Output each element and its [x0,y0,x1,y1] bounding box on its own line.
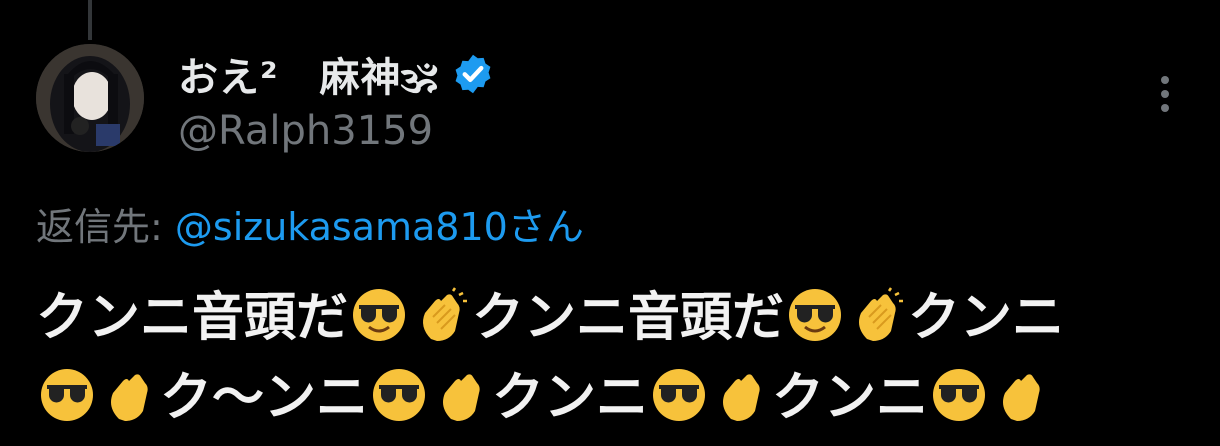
reply-mention-link[interactable]: @sizukasama810さん [175,205,584,249]
tweet-text: クンニ音頭だ クンニ音頭だ クンニ ク〜ンニ クンニ クンニ [36,278,1216,438]
text-segment: クンニ [772,368,929,428]
avatar[interactable] [36,44,144,152]
text-segment: クンニ [908,288,1065,348]
clapping-hands-emoji [433,366,489,422]
text-segment: ク〜ンニ [160,368,369,428]
avatar-image [36,44,144,152]
sunglasses-emoji [931,366,987,422]
clapping-hands-emoji [993,366,1049,422]
more-vertical-icon[interactable] [1150,70,1180,120]
sunglasses-emoji [787,286,843,342]
reply-prefix: 返信先: [36,205,175,249]
sunglasses-emoji [351,286,407,342]
clapping-hands-emoji [713,366,769,422]
handle[interactable]: @Ralph3159 [178,108,433,154]
text-segment: クンニ音頭だ [472,288,785,348]
text-segment: クンニ音頭だ [36,288,349,348]
clapping-hands-emoji [413,286,469,342]
tweet-text-line-1: クンニ音頭だ クンニ音頭だ クンニ [36,278,1216,358]
verified-badge-icon [455,54,490,94]
tweet-header: おえ² 麻神🕉 [178,45,495,103]
sunglasses-emoji [39,366,95,422]
tweet-text-line-2: ク〜ンニ クンニ クンニ [36,358,1216,438]
sunglasses-emoji [651,366,707,422]
sunglasses-emoji [371,366,427,422]
reply-to-line: 返信先: @sizukasama810さん [36,196,584,251]
thread-connector-line [88,0,92,40]
display-name[interactable]: おえ² 麻神🕉 [178,45,439,103]
text-segment: クンニ [492,368,649,428]
clapping-hands-emoji [849,286,905,342]
clapping-hands-emoji [101,366,157,422]
